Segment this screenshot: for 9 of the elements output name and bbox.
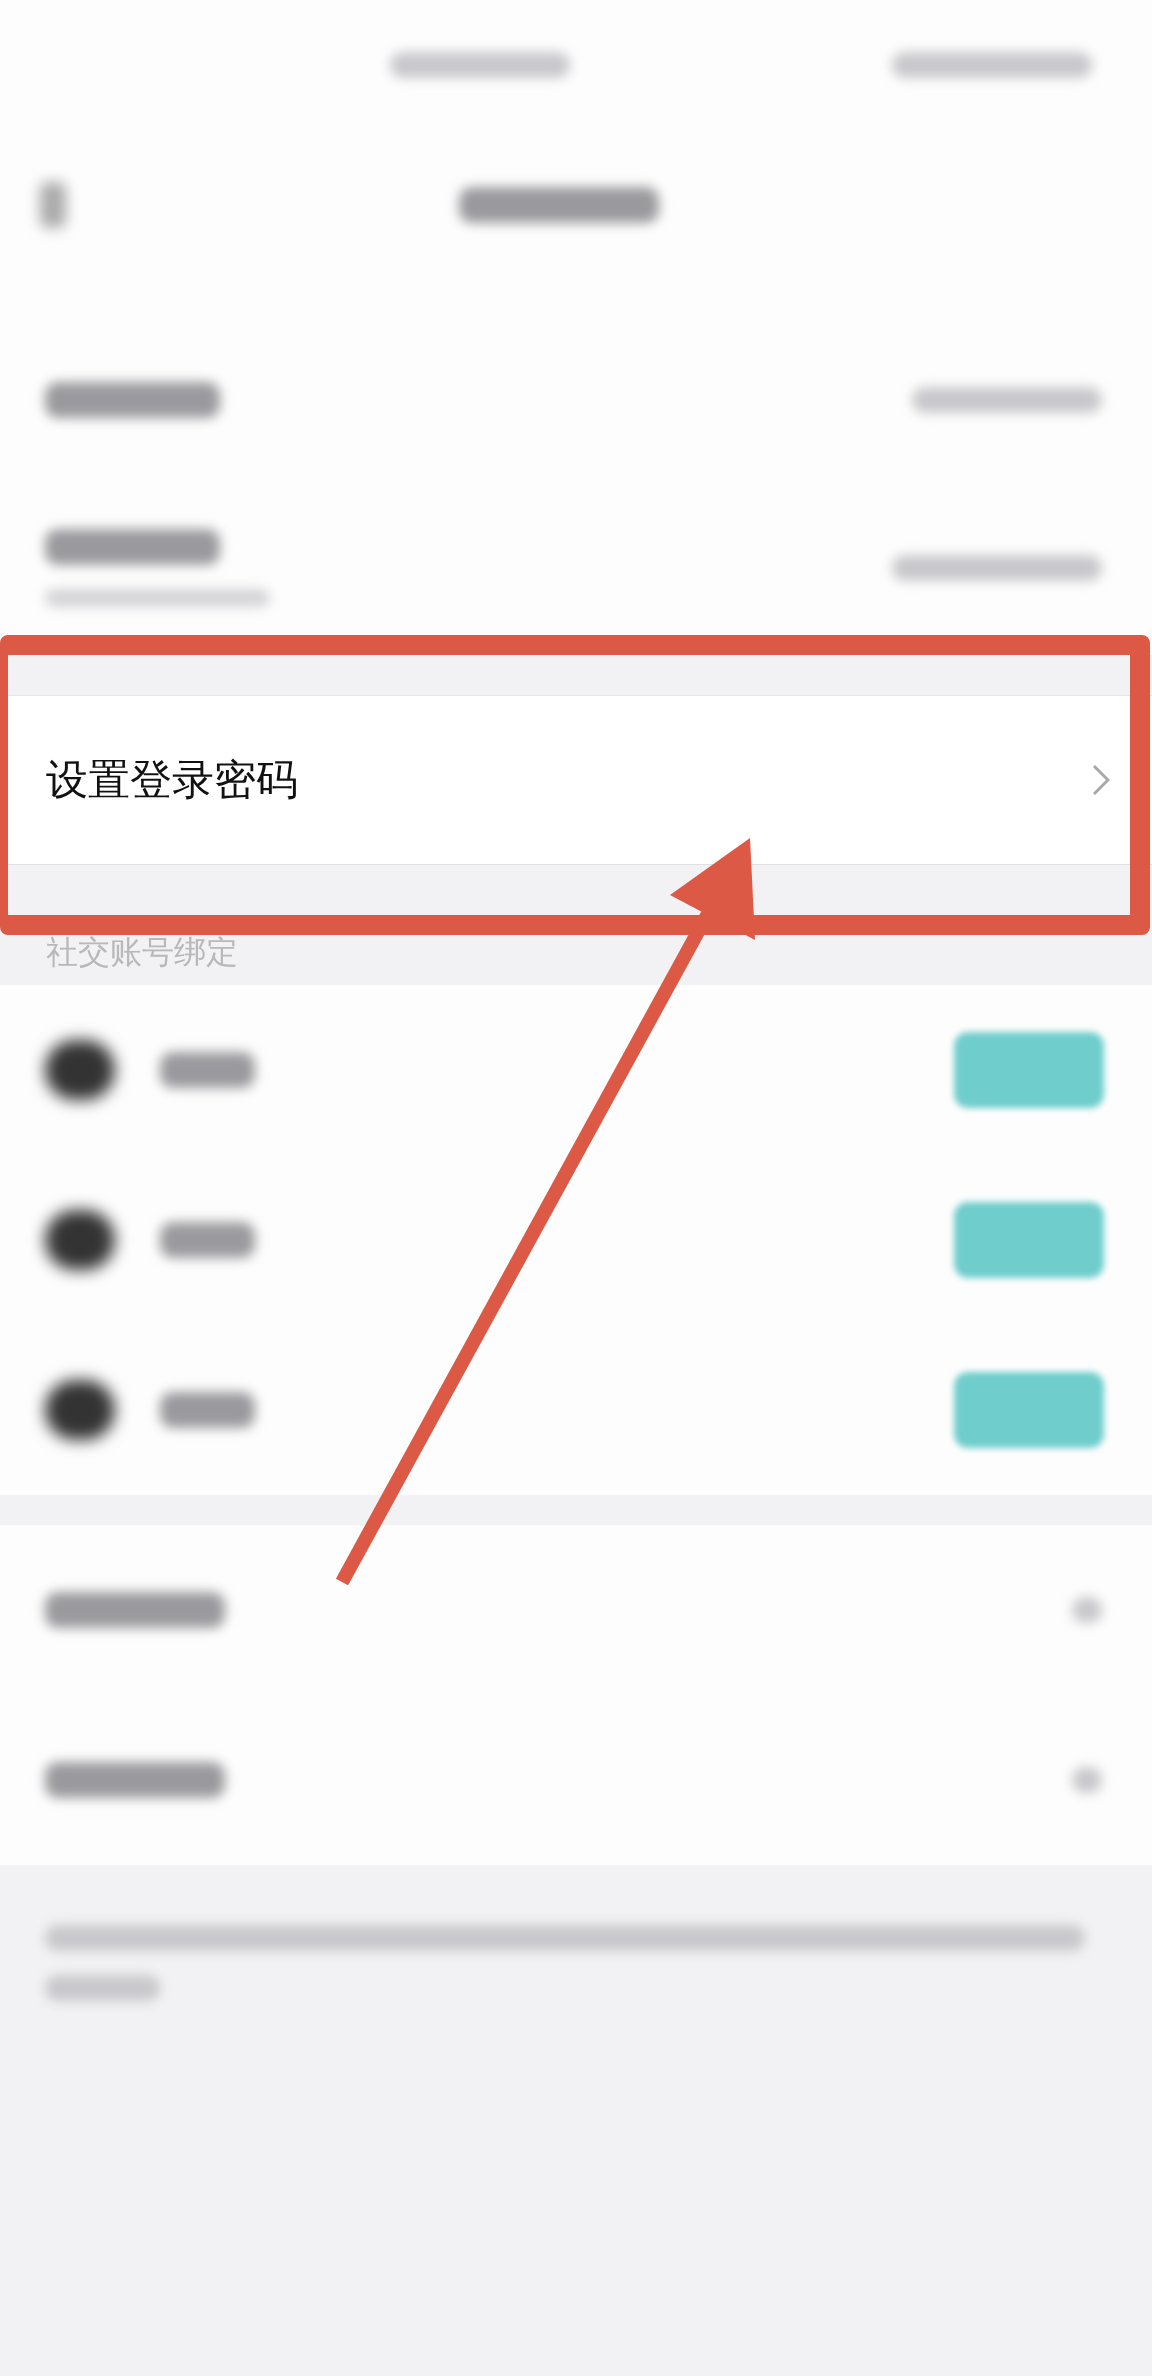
bind-button[interactable]	[954, 1202, 1104, 1278]
bind-button[interactable]	[954, 1372, 1104, 1448]
blurred-icon	[45, 1210, 115, 1270]
section-header: 社交账号绑定	[46, 932, 238, 973]
bind-button[interactable]	[954, 1032, 1104, 1108]
blurred-icon	[45, 1040, 115, 1100]
blurred-icon	[45, 1380, 115, 1440]
chevron-icon	[1092, 764, 1110, 796]
password-row-label: 设置登录密码	[46, 754, 298, 806]
